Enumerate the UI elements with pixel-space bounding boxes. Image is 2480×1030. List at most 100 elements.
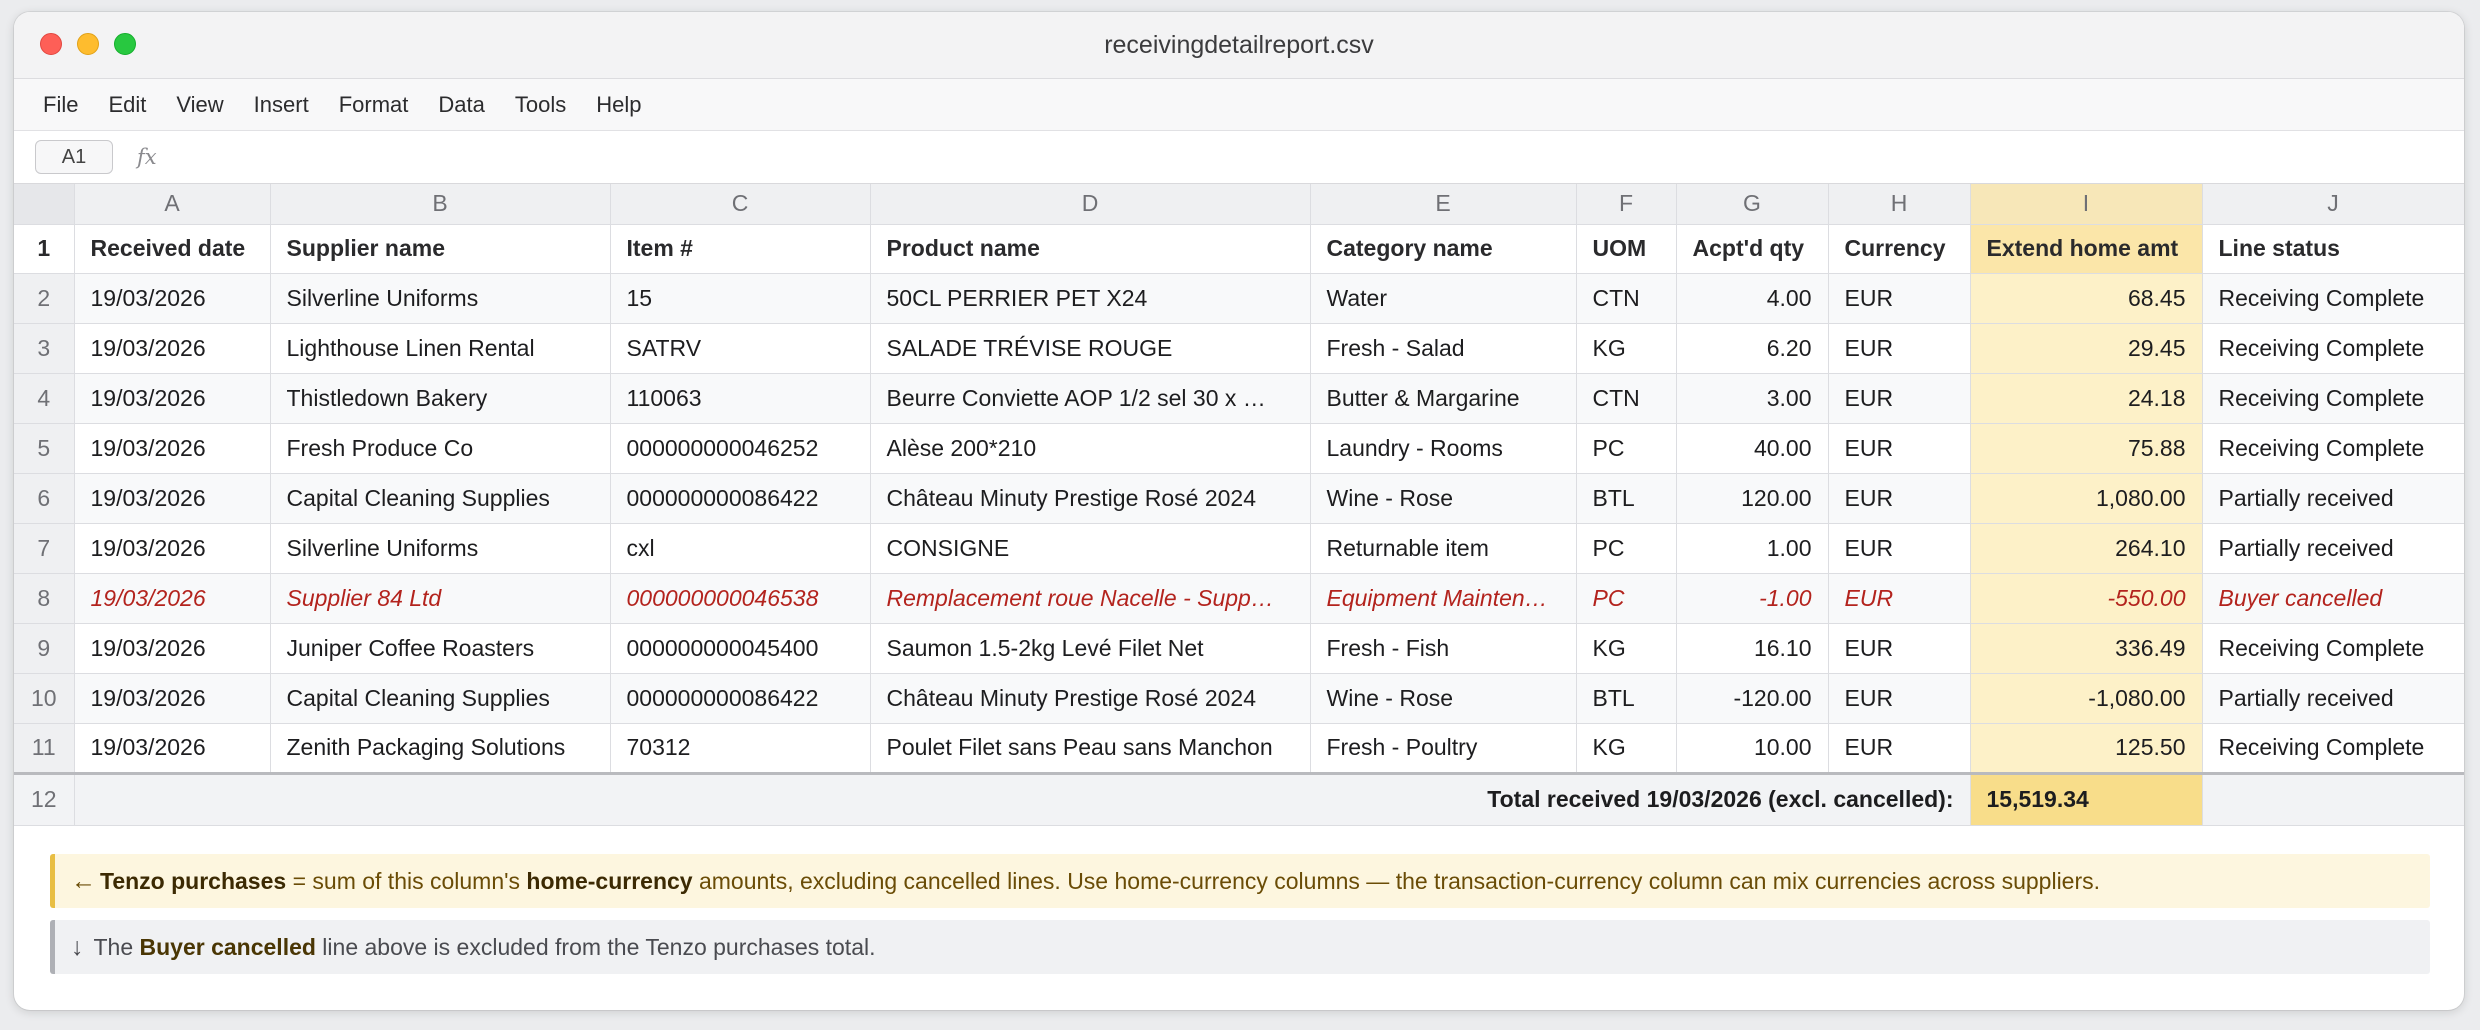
- row-number[interactable]: 11: [14, 723, 75, 774]
- table-cell[interactable]: Château Minuty Prestige Rosé 2024: [870, 673, 1311, 724]
- menu-format[interactable]: Format: [324, 86, 424, 124]
- column-header-a[interactable]: A: [74, 184, 271, 225]
- table-cell[interactable]: Fresh - Salad: [1310, 323, 1577, 374]
- menu-edit[interactable]: Edit: [93, 86, 161, 124]
- table-cell[interactable]: BTL: [1576, 673, 1677, 724]
- table-cell[interactable]: Partially received: [2202, 473, 2464, 524]
- table-cell[interactable]: 3.00: [1676, 373, 1829, 424]
- total-label[interactable]: Total received 19/03/2026 (excl. cancell…: [74, 771, 1971, 826]
- menu-data[interactable]: Data: [423, 86, 499, 124]
- table-cell[interactable]: Supplier 84 Ltd: [270, 573, 611, 624]
- menu-insert[interactable]: Insert: [239, 86, 324, 124]
- table-cell[interactable]: KG: [1576, 623, 1677, 674]
- row-number[interactable]: 1: [14, 224, 75, 274]
- row-number[interactable]: 4: [14, 373, 75, 424]
- header-cell[interactable]: Received date: [74, 224, 271, 274]
- table-cell[interactable]: 000000000086422: [610, 673, 871, 724]
- total-value[interactable]: 15,519.34: [1970, 771, 2203, 826]
- table-cell[interactable]: 264.10: [1970, 523, 2203, 574]
- table-cell[interactable]: 000000000046538: [610, 573, 871, 624]
- table-cell[interactable]: Wine - Rose: [1310, 673, 1577, 724]
- table-cell[interactable]: 24.18: [1970, 373, 2203, 424]
- table-cell[interactable]: 19/03/2026: [74, 623, 271, 674]
- table-cell[interactable]: 40.00: [1676, 423, 1829, 474]
- menu-tools[interactable]: Tools: [500, 86, 581, 124]
- header-cell[interactable]: Acpt'd qty: [1676, 224, 1829, 274]
- table-cell[interactable]: 75.88: [1970, 423, 2203, 474]
- table-cell[interactable]: EUR: [1828, 723, 1971, 774]
- table-cell[interactable]: Equipment Mainten…: [1310, 573, 1577, 624]
- table-cell[interactable]: Returnable item: [1310, 523, 1577, 574]
- table-cell[interactable]: 336.49: [1970, 623, 2203, 674]
- table-cell[interactable]: Water: [1310, 273, 1577, 324]
- table-cell[interactable]: Beurre Conviette AOP 1/2 sel 30 x …: [870, 373, 1311, 424]
- column-header-j[interactable]: J: [2202, 184, 2464, 225]
- table-cell[interactable]: KG: [1576, 323, 1677, 374]
- table-cell[interactable]: 19/03/2026: [74, 573, 271, 624]
- table-cell[interactable]: 19/03/2026: [74, 373, 271, 424]
- table-cell[interactable]: 19/03/2026: [74, 523, 271, 574]
- column-header-e[interactable]: E: [1310, 184, 1577, 225]
- table-cell[interactable]: PC: [1576, 573, 1677, 624]
- table-cell[interactable]: -550.00: [1970, 573, 2203, 624]
- table-cell[interactable]: 6.20: [1676, 323, 1829, 374]
- column-header-b[interactable]: B: [270, 184, 611, 225]
- table-cell[interactable]: 16.10: [1676, 623, 1829, 674]
- table-cell[interactable]: 19/03/2026: [74, 323, 271, 374]
- column-header-i[interactable]: I: [1970, 184, 2203, 225]
- column-header-d[interactable]: D: [870, 184, 1311, 225]
- header-cell[interactable]: UOM: [1576, 224, 1677, 274]
- table-cell[interactable]: EUR: [1828, 623, 1971, 674]
- table-cell[interactable]: -1.00: [1676, 573, 1829, 624]
- table-cell[interactable]: CTN: [1576, 273, 1677, 324]
- table-cell[interactable]: Buyer cancelled: [2202, 573, 2464, 624]
- row-number[interactable]: 2: [14, 273, 75, 324]
- column-header-h[interactable]: H: [1828, 184, 1971, 225]
- table-cell[interactable]: 4.00: [1676, 273, 1829, 324]
- menu-view[interactable]: View: [161, 86, 238, 124]
- row-number[interactable]: 3: [14, 323, 75, 374]
- table-cell[interactable]: Fresh - Fish: [1310, 623, 1577, 674]
- table-cell[interactable]: Receiving Complete: [2202, 423, 2464, 474]
- table-cell[interactable]: Receiving Complete: [2202, 273, 2464, 324]
- column-header-c[interactable]: C: [610, 184, 871, 225]
- table-cell[interactable]: PC: [1576, 523, 1677, 574]
- table-cell[interactable]: Juniper Coffee Roasters: [270, 623, 611, 674]
- table-cell[interactable]: Silverline Uniforms: [270, 273, 611, 324]
- table-cell[interactable]: -120.00: [1676, 673, 1829, 724]
- table-cell[interactable]: EUR: [1828, 373, 1971, 424]
- table-cell[interactable]: 10.00: [1676, 723, 1829, 774]
- cell-reference-box[interactable]: A1: [35, 140, 113, 174]
- table-cell[interactable]: 19/03/2026: [74, 473, 271, 524]
- table-cell[interactable]: cxl: [610, 523, 871, 574]
- table-cell[interactable]: EUR: [1828, 323, 1971, 374]
- table-cell[interactable]: Wine - Rose: [1310, 473, 1577, 524]
- table-cell[interactable]: Partially received: [2202, 523, 2464, 574]
- row-number[interactable]: 6: [14, 473, 75, 524]
- table-cell[interactable]: Fresh Produce Co: [270, 423, 611, 474]
- table-cell[interactable]: EUR: [1828, 573, 1971, 624]
- table-cell[interactable]: 19/03/2026: [74, 423, 271, 474]
- table-cell[interactable]: Receiving Complete: [2202, 323, 2464, 374]
- table-cell[interactable]: SATRV: [610, 323, 871, 374]
- table-cell[interactable]: 70312: [610, 723, 871, 774]
- header-cell[interactable]: Supplier name: [270, 224, 611, 274]
- table-cell[interactable]: Château Minuty Prestige Rosé 2024: [870, 473, 1311, 524]
- table-cell[interactable]: Silverline Uniforms: [270, 523, 611, 574]
- table-cell[interactable]: Poulet Filet sans Peau sans Manchon: [870, 723, 1311, 774]
- table-cell[interactable]: 68.45: [1970, 273, 2203, 324]
- row-number[interactable]: 9: [14, 623, 75, 674]
- menu-help[interactable]: Help: [581, 86, 656, 124]
- minimize-window-button[interactable]: [77, 33, 99, 55]
- row-number[interactable]: 7: [14, 523, 75, 574]
- table-cell[interactable]: Lighthouse Linen Rental: [270, 323, 611, 374]
- row-number[interactable]: 5: [14, 423, 75, 474]
- table-cell[interactable]: BTL: [1576, 473, 1677, 524]
- table-cell[interactable]: EUR: [1828, 273, 1971, 324]
- table-cell[interactable]: 000000000086422: [610, 473, 871, 524]
- table-cell[interactable]: Butter & Margarine: [1310, 373, 1577, 424]
- menu-file[interactable]: File: [28, 86, 93, 124]
- table-cell[interactable]: Alèse 200*210: [870, 423, 1311, 474]
- table-cell[interactable]: 19/03/2026: [74, 723, 271, 774]
- row-number[interactable]: 8: [14, 573, 75, 624]
